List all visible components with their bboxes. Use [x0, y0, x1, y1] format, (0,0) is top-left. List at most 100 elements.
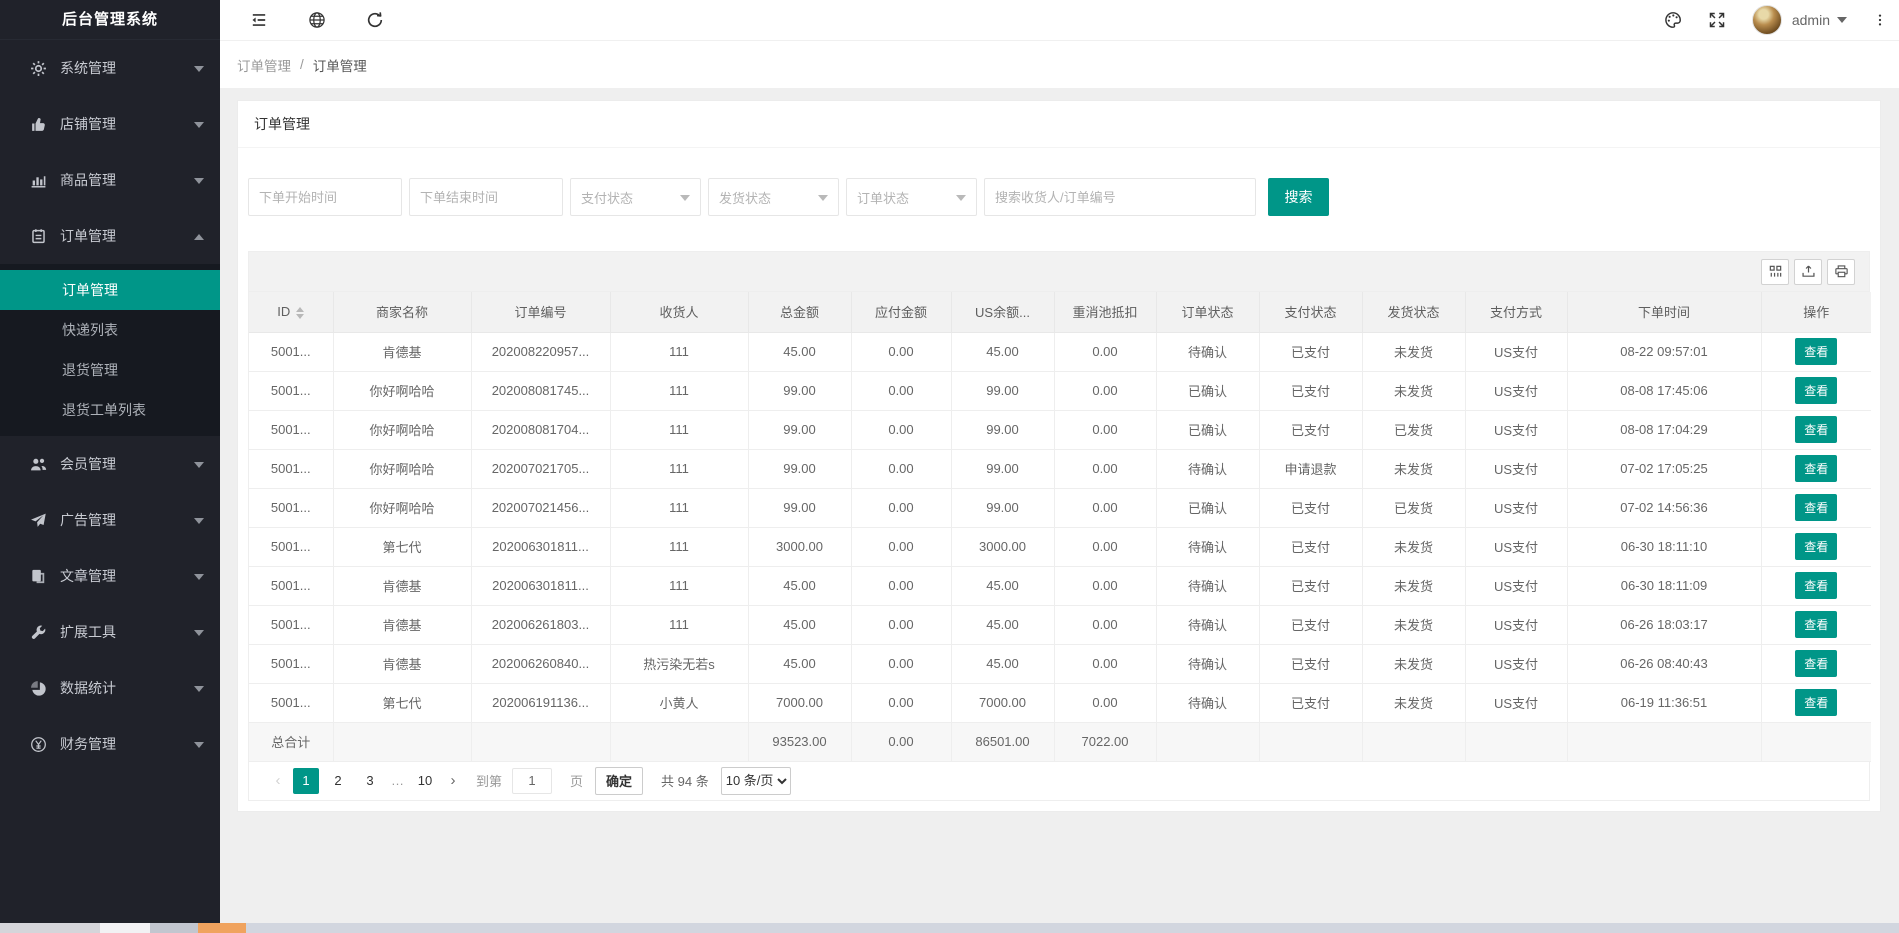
view-button[interactable]: 查看	[1795, 533, 1837, 560]
sidebar-item-2[interactable]: 商品管理	[0, 152, 220, 208]
username: admin	[1792, 12, 1830, 28]
column-header-label: 支付方式	[1490, 305, 1542, 320]
sidebar-item-6[interactable]: 文章管理	[0, 548, 220, 604]
sidebar-subitem-0[interactable]: 订单管理	[0, 270, 220, 310]
cell: 202006301811...	[471, 566, 610, 605]
page-button-1[interactable]: 1	[293, 768, 319, 794]
shop-icon	[30, 116, 47, 133]
cell: 你好啊哈哈	[333, 410, 471, 449]
column-header-label: 订单编号	[514, 305, 566, 320]
avatar[interactable]	[1752, 5, 1782, 35]
sidebar-item-1[interactable]: 店铺管理	[0, 96, 220, 152]
table-row-6: 5001...肯德基202006301811...11145.000.0045.…	[249, 566, 1871, 605]
view-button[interactable]: 查看	[1795, 338, 1837, 365]
cell: 5001...	[249, 371, 333, 410]
goto-page-input[interactable]	[512, 768, 552, 794]
column-header-label: 收货人	[659, 305, 698, 320]
order-start-time-input[interactable]	[248, 178, 402, 216]
prev-page-button[interactable]: ‹	[269, 772, 287, 789]
page-ellipsis: …	[389, 773, 406, 788]
cell: 已支付	[1259, 566, 1362, 605]
fullscreen-icon[interactable]	[1708, 11, 1726, 29]
column-header-3: 收货人	[610, 292, 748, 332]
cell: 0.00	[1054, 683, 1156, 722]
column-header-label: 总金额	[780, 305, 819, 320]
refresh-icon[interactable]	[366, 11, 384, 29]
next-page-button[interactable]: ›	[444, 772, 462, 789]
cell: 99.00	[748, 488, 851, 527]
cell: 5001...	[249, 644, 333, 683]
columns-button[interactable]	[1761, 259, 1789, 285]
table-header-row: ID商家名称订单编号收货人总金额应付金额US余额...重消池抵扣订单状态支付状态…	[249, 292, 1871, 332]
scrollbar-thumb[interactable]	[198, 923, 246, 933]
search-input[interactable]	[984, 178, 1256, 216]
sidebar-item-label: 文章管理	[60, 566, 116, 586]
app-logo: 后台管理系统	[0, 0, 220, 40]
sidebar-subitem-3[interactable]: 退货工单列表	[0, 390, 220, 430]
cell: 5001...	[249, 566, 333, 605]
breadcrumb-parent[interactable]: 订单管理	[237, 55, 291, 75]
collapse-sidebar-icon[interactable]	[250, 11, 268, 29]
pay-status-select[interactable]: 支付状态	[570, 178, 701, 216]
sidebar-item-5[interactable]: 广告管理	[0, 492, 220, 548]
order-table: ID商家名称订单编号收货人总金额应付金额US余额...重消池抵扣订单状态支付状态…	[249, 292, 1871, 762]
globe-icon[interactable]	[308, 11, 326, 29]
cell: 0.00	[1054, 410, 1156, 449]
view-button[interactable]: 查看	[1795, 650, 1837, 677]
pay-status-placeholder: 支付状态	[581, 188, 633, 207]
cell: 小黄人	[610, 683, 748, 722]
view-button[interactable]: 查看	[1795, 494, 1837, 521]
confirm-page-button[interactable]: 确定	[595, 767, 643, 795]
export-button[interactable]	[1794, 259, 1822, 285]
cell: 0.00	[851, 488, 951, 527]
palette-icon[interactable]	[1664, 11, 1682, 29]
sidebar-subitem-2[interactable]: 退货管理	[0, 350, 220, 390]
sidebar-item-label: 广告管理	[60, 510, 116, 530]
view-button[interactable]: 查看	[1795, 689, 1837, 716]
view-button[interactable]: 查看	[1795, 416, 1837, 443]
sidebar-item-8[interactable]: 数据统计	[0, 660, 220, 716]
users-icon	[30, 456, 47, 473]
cell: 202008081745...	[471, 371, 610, 410]
column-header-label: 重消池抵扣	[1072, 305, 1137, 320]
view-button[interactable]: 查看	[1795, 572, 1837, 599]
print-button[interactable]	[1827, 259, 1855, 285]
summary-cell	[610, 722, 748, 761]
cell: US支付	[1465, 683, 1567, 722]
total-count-label: 共 94 条	[661, 771, 709, 790]
cell: 0.00	[851, 683, 951, 722]
topbar-left	[220, 11, 384, 29]
sidebar-item-9[interactable]: 财务管理	[0, 716, 220, 772]
cell: 45.00	[951, 605, 1054, 644]
sidebar-item-3[interactable]: 订单管理	[0, 208, 220, 264]
view-button[interactable]: 查看	[1795, 611, 1837, 638]
view-button[interactable]: 查看	[1795, 377, 1837, 404]
column-header-label: 商家名称	[376, 305, 428, 320]
order-end-time-input[interactable]	[409, 178, 563, 216]
cell: 0.00	[851, 332, 951, 371]
page-button-10[interactable]: 10	[412, 768, 438, 794]
cell: US支付	[1465, 527, 1567, 566]
column-header-0[interactable]: ID	[249, 292, 333, 332]
column-header-label: US余额...	[975, 305, 1030, 320]
column-header-6: US余额...	[951, 292, 1054, 332]
sort-icon[interactable]	[296, 307, 304, 319]
ship-status-select[interactable]: 发货状态	[708, 178, 839, 216]
view-button[interactable]: 查看	[1795, 455, 1837, 482]
columns-icon	[1768, 264, 1783, 279]
search-button[interactable]: 搜索	[1268, 178, 1329, 216]
page-size-select[interactable]: 10 条/页	[721, 767, 791, 795]
sidebar-item-0[interactable]: 系统管理	[0, 40, 220, 96]
page-button-3[interactable]: 3	[357, 768, 383, 794]
order-status-select[interactable]: 订单状态	[846, 178, 977, 216]
page-button-2[interactable]: 2	[325, 768, 351, 794]
cell: 0.00	[851, 566, 951, 605]
more-vertical-icon[interactable]	[1873, 11, 1887, 29]
topbar-right: admin	[1664, 5, 1899, 35]
sidebar-subitem-1[interactable]: 快递列表	[0, 310, 220, 350]
sidebar-item-4[interactable]: 会员管理	[0, 436, 220, 492]
sidebar-item-7[interactable]: 扩展工具	[0, 604, 220, 660]
cell: 06-30 18:11:10	[1567, 527, 1761, 566]
user-menu[interactable]: admin	[1792, 12, 1847, 28]
horizontal-scrollbar[interactable]	[0, 923, 1899, 933]
